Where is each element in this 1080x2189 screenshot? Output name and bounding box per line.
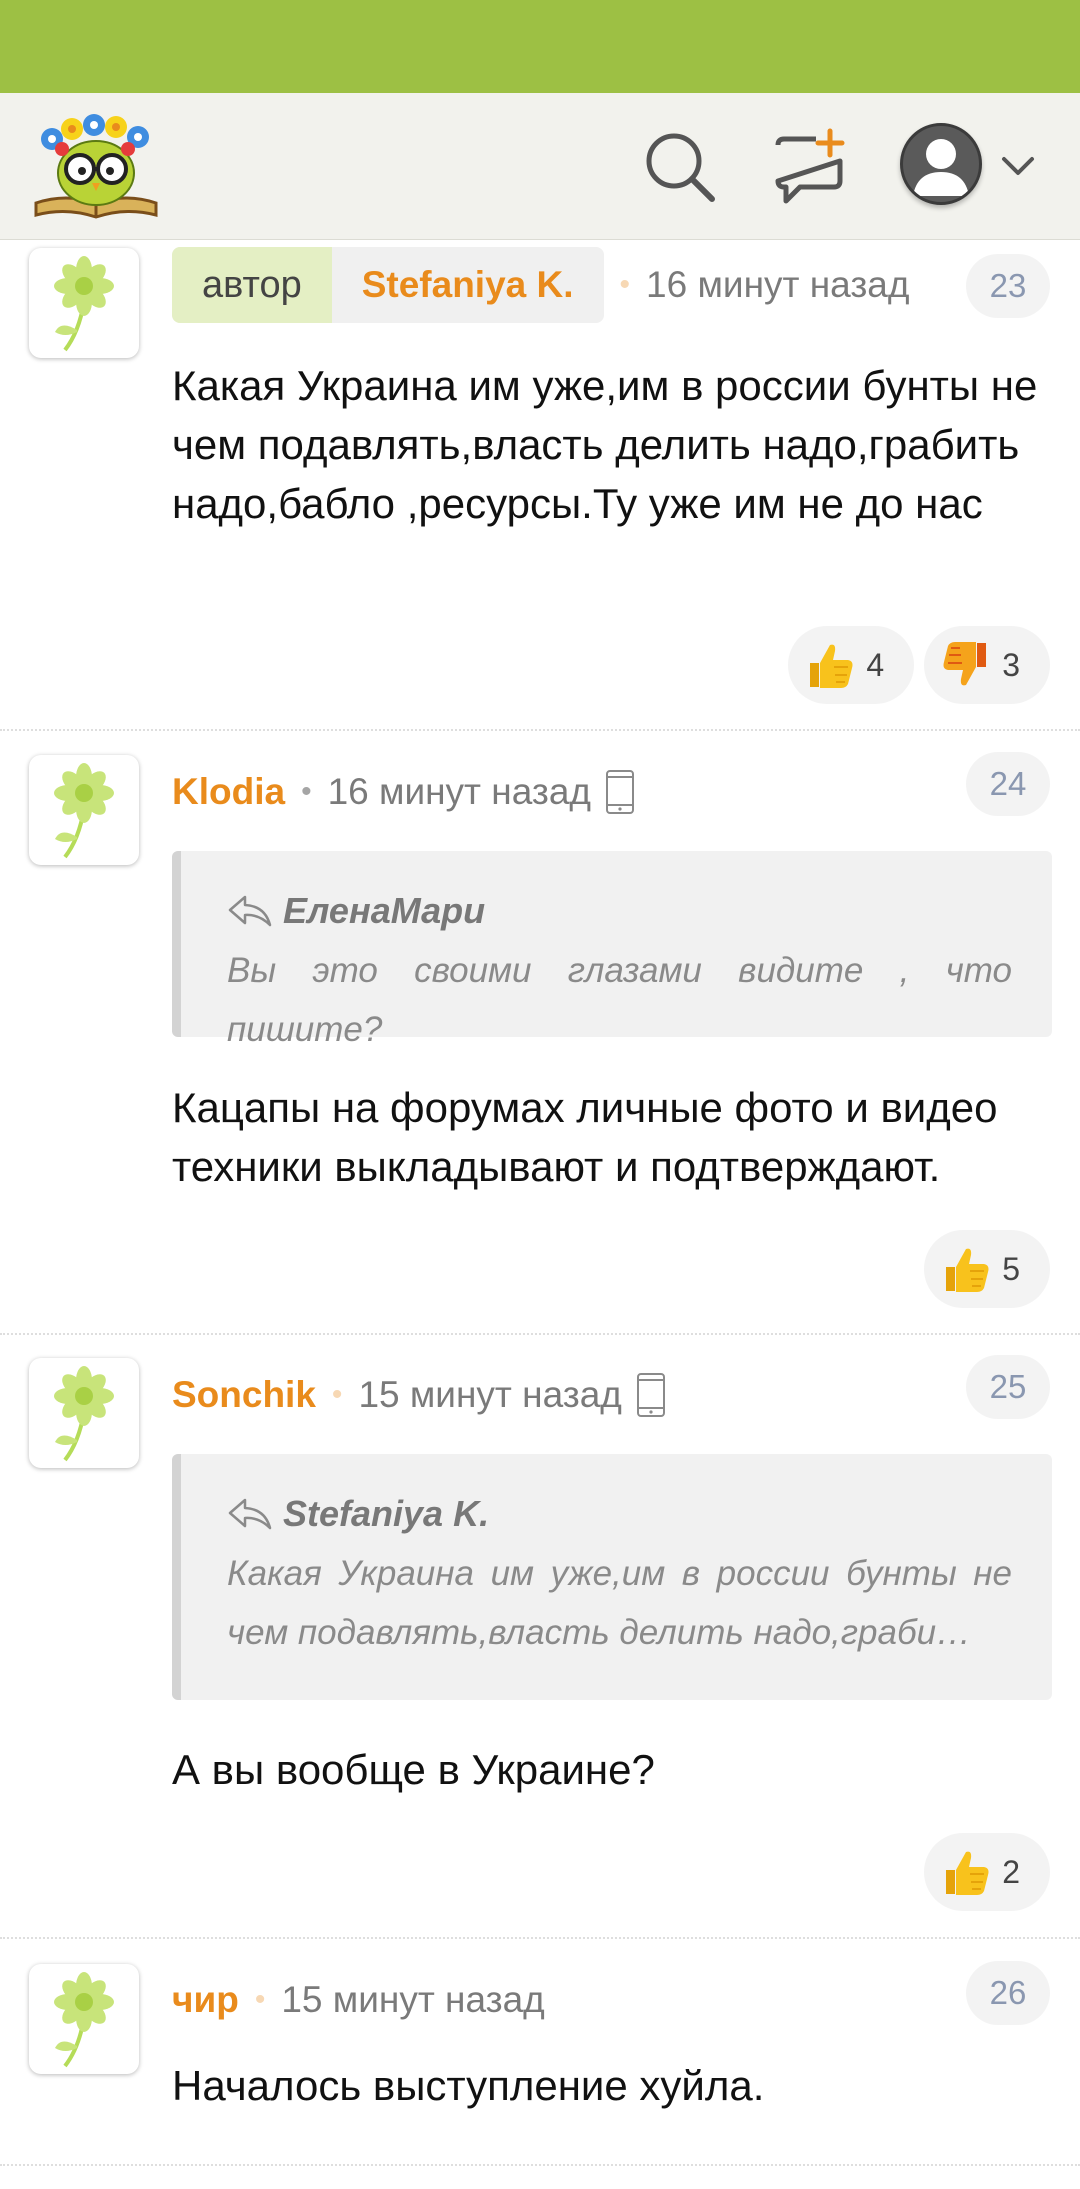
like-count: 4 [866, 646, 885, 683]
comment-text: Кацапы на форумах личные фото и видео те… [172, 1084, 998, 1190]
user-menu-button[interactable] [900, 123, 1040, 209]
comment-item: Sonchik • 15 минут назад 25 Stefaniya K.… [0, 1336, 1080, 1939]
timestamp: 15 минут назад [358, 1374, 622, 1415]
flower-avatar-icon [54, 763, 114, 859]
user-avatar[interactable] [29, 755, 139, 865]
thumbs-up-icon [810, 644, 853, 688]
comment-item: автор Stefaniya K. • 16 минут назад 23 К… [0, 240, 1080, 731]
author-tag-label: автор [172, 247, 332, 323]
comment-item: Klodia • 16 минут назад 24 ЕленаМари Вы … [0, 732, 1080, 1335]
separator-dot: • [331, 1378, 343, 1411]
app-header [0, 93, 1080, 240]
timestamp: 15 минут назад [281, 1979, 545, 2020]
search-icon[interactable] [640, 127, 720, 207]
user-avatar[interactable] [29, 248, 139, 358]
comment-text: А вы вообще в Украине? [172, 1746, 655, 1793]
separator-dot: • [301, 775, 312, 808]
comment-item: чир • 15 минут назад 26 Началось выступл… [0, 1940, 1080, 2166]
separator-dot: • [254, 1983, 266, 2016]
like-button[interactable]: 2 [924, 1833, 1050, 1911]
comment-text: Какая Украина им уже,им в россии бунты н… [172, 362, 1038, 527]
author-tag[interactable]: автор Stefaniya K. [172, 247, 604, 323]
quote-text: Какая Украина им уже,им в россии бунты н… [227, 1554, 1012, 1652]
flower-avatar-icon [54, 1366, 114, 1462]
like-button[interactable]: 4 [788, 626, 915, 704]
status-bar [0, 0, 1080, 93]
mobile-device-icon [606, 770, 635, 814]
mobile-device-icon [636, 1373, 665, 1417]
site-logo[interactable] [32, 111, 160, 223]
user-avatar-icon [900, 123, 982, 205]
reply-arrow-icon [228, 1498, 272, 1530]
thumbs-down-icon [943, 642, 987, 686]
flower-avatar-icon [54, 256, 114, 352]
quote-text: Вы это своими глазами видите , что пишит… [227, 951, 1012, 1049]
like-count: 5 [1002, 1250, 1020, 1287]
user-avatar[interactable] [29, 1964, 139, 2074]
quote-author: ЕленаМари [283, 890, 486, 931]
thumbs-up-icon [946, 1248, 989, 1292]
username[interactable]: Sonchik [172, 1374, 316, 1416]
reply-quote[interactable]: Stefaniya K. Какая Украина им уже,им в р… [172, 1454, 1052, 1700]
dislike-count: 3 [1002, 646, 1020, 683]
comment-number[interactable]: 23 [966, 254, 1050, 318]
comment-number[interactable]: 26 [966, 1961, 1050, 2025]
chevron-down-icon [998, 147, 1038, 187]
new-post-icon[interactable] [770, 127, 850, 207]
comment-text: Началось выступление хуйла. [172, 2062, 765, 2109]
thumbs-up-icon [946, 1851, 989, 1895]
reply-quote[interactable]: ЕленаМари Вы это своими глазами видите ,… [172, 851, 1052, 1049]
comment-number[interactable]: 24 [966, 752, 1050, 816]
dislike-button[interactable]: 3 [924, 626, 1050, 704]
quote-author: Stefaniya K. [283, 1493, 490, 1534]
timestamp: 16 минут назад [327, 771, 592, 812]
reply-arrow-icon [228, 895, 272, 927]
flower-avatar-icon [54, 1972, 114, 2068]
username[interactable]: чир [172, 1979, 239, 2021]
username[interactable]: Klodia [172, 771, 285, 813]
comment-number[interactable]: 25 [966, 1355, 1050, 1419]
timestamp: 16 минут назад [646, 264, 910, 305]
like-count: 2 [1002, 1853, 1020, 1890]
like-button[interactable]: 5 [924, 1230, 1050, 1308]
username: Stefaniya K. [361, 264, 574, 305]
separator-dot: • [619, 268, 631, 301]
user-avatar[interactable] [29, 1358, 139, 1468]
